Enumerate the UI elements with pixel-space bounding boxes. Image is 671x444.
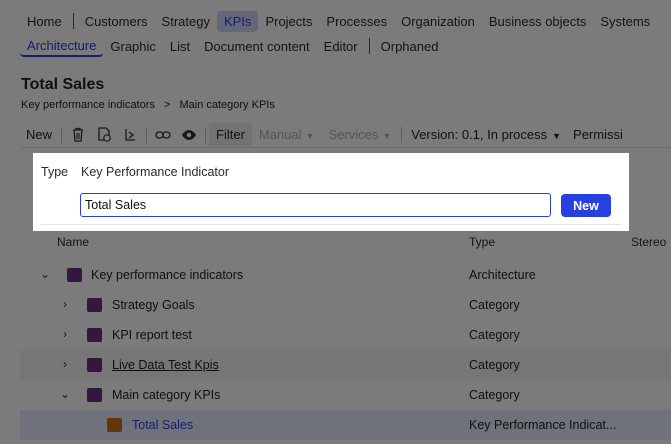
row-name[interactable]: Total Sales bbox=[132, 418, 193, 432]
type-value: Key Performance Indicator bbox=[81, 165, 229, 179]
table-row-selected[interactable]: Total Sales Key Performance Indicat... bbox=[20, 410, 671, 440]
row-name[interactable]: KPI report test bbox=[112, 328, 192, 342]
grid-header: Name Type Stereo bbox=[20, 230, 671, 254]
nav-business-objects[interactable]: Business objects bbox=[482, 11, 594, 32]
tab-orphaned[interactable]: Orphaned bbox=[374, 36, 446, 57]
caret-down-icon: ▼ bbox=[382, 131, 392, 141]
row-type: Architecture bbox=[469, 268, 536, 282]
row-type: Category bbox=[469, 358, 520, 372]
chevron-down-icon[interactable]: ⌄ bbox=[39, 267, 51, 281]
services-dropdown: Services ▼ bbox=[321, 127, 398, 142]
new-object-dialog: Type Key Performance Indicator New bbox=[33, 153, 629, 231]
tab-architecture[interactable]: Architecture bbox=[20, 35, 104, 57]
nav-home[interactable]: Home bbox=[20, 11, 69, 32]
breadcrumb-separator: > bbox=[163, 99, 171, 111]
eye-icon[interactable] bbox=[176, 125, 202, 145]
category-square-icon bbox=[67, 268, 82, 282]
row-name[interactable]: Main category KPIs bbox=[112, 388, 220, 402]
toolbar-divider bbox=[146, 126, 148, 143]
top-navigation: Home Customers Strategy KPIs Projects Pr… bbox=[0, 0, 671, 62]
main-nav: Home Customers Strategy KPIs Projects Pr… bbox=[20, 9, 657, 33]
category-square-icon bbox=[87, 298, 102, 312]
breadcrumb-item[interactable]: Main category KPIs bbox=[179, 99, 274, 111]
page-title: Total Sales bbox=[21, 76, 105, 93]
nav-organization[interactable]: Organization bbox=[394, 11, 482, 32]
toolbar: New Filter Manual ▼ Services ▼ Version: 0.… bbox=[20, 122, 671, 148]
caret-down-icon: ▼ bbox=[552, 131, 562, 141]
tab-list[interactable]: List bbox=[163, 36, 197, 57]
nav-divider bbox=[368, 38, 370, 54]
manual-dropdown: Manual ▼ bbox=[252, 127, 322, 142]
row-type: Category bbox=[469, 298, 520, 312]
category-square-icon bbox=[87, 358, 102, 372]
chevron-right-icon[interactable]: › bbox=[59, 357, 71, 371]
table-row[interactable]: › KPI report test Category bbox=[20, 320, 671, 350]
name-input[interactable] bbox=[80, 193, 551, 217]
chevron-down-icon[interactable]: ⌄ bbox=[59, 387, 71, 401]
nav-customers[interactable]: Customers bbox=[78, 11, 155, 32]
tab-document-content[interactable]: Document content bbox=[197, 36, 317, 57]
category-square-icon bbox=[87, 388, 102, 402]
type-label: Type bbox=[41, 165, 69, 179]
nav-processes[interactable]: Processes bbox=[319, 11, 394, 32]
nav-projects[interactable]: Projects bbox=[258, 11, 319, 32]
breadcrumb: Key performance indicators > Main catego… bbox=[21, 99, 281, 111]
column-header-stereotype[interactable]: Stereo bbox=[631, 235, 666, 249]
row-name[interactable]: Key performance indicators bbox=[91, 268, 243, 282]
row-type: Category bbox=[469, 388, 520, 402]
column-header-type[interactable]: Type bbox=[469, 235, 495, 249]
tab-editor[interactable]: Editor bbox=[317, 36, 365, 57]
table-row[interactable]: ⌄ Main category KPIs Category bbox=[20, 380, 671, 410]
table-row[interactable]: › Live Data Test Kpis Category bbox=[20, 350, 671, 380]
category-square-icon bbox=[87, 328, 102, 342]
chevron-right-icon[interactable]: › bbox=[59, 297, 71, 311]
row-type: Category bbox=[469, 328, 520, 342]
kpi-square-icon bbox=[107, 418, 122, 432]
create-button[interactable]: New bbox=[561, 194, 611, 217]
row-name[interactable]: Strategy Goals bbox=[112, 298, 195, 312]
filter-button[interactable]: Filter bbox=[209, 123, 252, 146]
breadcrumb-item[interactable]: Key performance indicators bbox=[21, 99, 155, 111]
row-type: Key Performance Indicat... bbox=[469, 418, 617, 432]
version-label: Version: 0.1, In process bbox=[411, 127, 548, 142]
chevron-right-icon[interactable]: › bbox=[59, 327, 71, 341]
permissions-button[interactable]: Permissi bbox=[567, 127, 629, 142]
row-name[interactable]: Live Data Test Kpis bbox=[112, 358, 219, 372]
sub-nav: Architecture Graphic List Document conte… bbox=[20, 35, 446, 57]
new-button[interactable]: New bbox=[20, 127, 58, 142]
column-header-name[interactable]: Name bbox=[57, 235, 89, 249]
nav-divider bbox=[72, 13, 74, 29]
services-label: Services bbox=[328, 127, 379, 142]
tab-graphic[interactable]: Graphic bbox=[103, 36, 163, 57]
nav-kpis[interactable]: KPIs bbox=[216, 10, 259, 32]
caret-down-icon: ▼ bbox=[305, 131, 315, 141]
table-row[interactable]: ⌄ Key performance indicators Architectur… bbox=[20, 260, 671, 290]
version-dropdown[interactable]: Version: 0.1, In process ▼ bbox=[405, 127, 567, 142]
manual-label: Manual bbox=[258, 127, 302, 142]
dialog-divider bbox=[41, 224, 621, 225]
nav-systems[interactable]: Systems bbox=[593, 11, 657, 32]
trash-icon[interactable] bbox=[65, 125, 91, 145]
toolbar-divider bbox=[401, 126, 403, 143]
toolbar-divider bbox=[61, 126, 63, 143]
table-row[interactable]: › Strategy Goals Category bbox=[20, 290, 671, 320]
move-icon[interactable] bbox=[117, 125, 143, 145]
toolbar-divider bbox=[205, 126, 207, 143]
copy-document-icon[interactable] bbox=[91, 125, 117, 145]
link-icon[interactable] bbox=[150, 125, 176, 145]
nav-strategy[interactable]: Strategy bbox=[155, 11, 217, 32]
